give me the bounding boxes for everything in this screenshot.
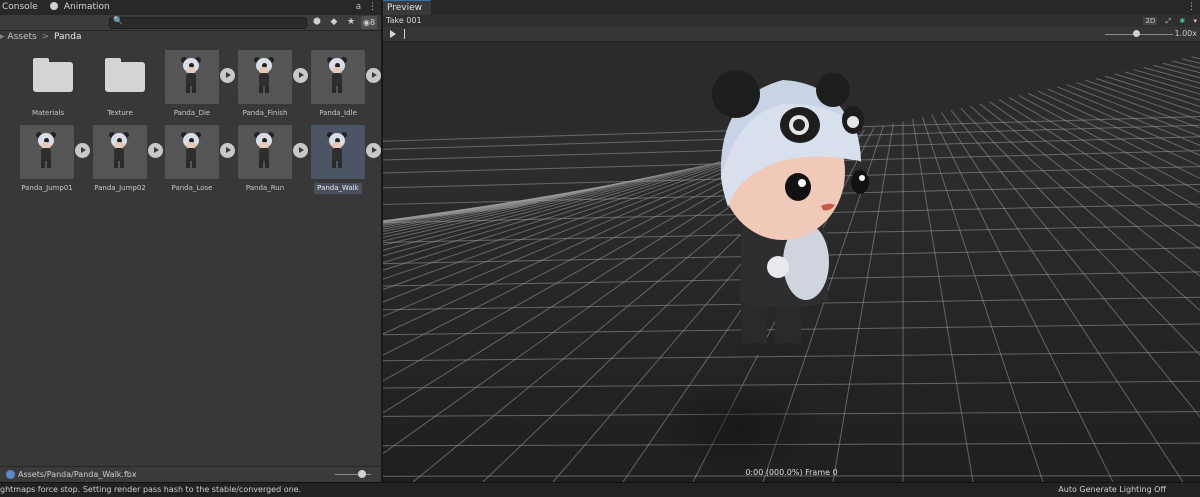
speed-value: 1.00x <box>1174 27 1197 41</box>
search-input[interactable]: 🔍 <box>109 17 307 29</box>
asset-label: Texture <box>85 108 155 119</box>
model-thumbnail <box>311 125 365 179</box>
project-toolbar: 🔍 ⬢ ◆ ★ ◉8 <box>0 15 381 31</box>
take-label: Take 001 <box>386 15 422 27</box>
crumb-expand-icon[interactable]: ▸ <box>0 32 5 42</box>
speed-slider-knob[interactable] <box>1133 30 1140 37</box>
grid-floor <box>383 42 1200 482</box>
tab-preview[interactable]: Preview <box>383 0 431 15</box>
panda-thumbnail-icon <box>181 58 201 94</box>
asset-label-selected: Panda_Walk <box>314 183 362 194</box>
panda-thumbnail-icon <box>36 133 56 169</box>
panda-thumbnail-icon <box>327 58 347 94</box>
preview-viewport[interactable]: 0:00 (000.0%) Frame 0 <box>383 42 1200 482</box>
asset-panda-jump02[interactable]: Panda_Jump02 <box>85 125 155 194</box>
model-thumbnail <box>20 125 74 179</box>
timeline-bar: 1.00x <box>383 27 1200 42</box>
breadcrumb-root[interactable]: Assets <box>7 32 36 42</box>
breadcrumb: ▸ Assets > Panda <box>0 31 81 44</box>
asset-label: Panda_Lose <box>157 183 227 194</box>
label-tag-icon[interactable]: ◆ <box>328 16 340 29</box>
avatar-icon[interactable]: ✱ <box>1179 17 1185 25</box>
preview-panel: Preview ⋮ Take 001 2D ⤢ ✱ ▾ 1.00x <box>383 0 1200 482</box>
tab-console-label: Console <box>2 2 38 12</box>
model-thumbnail <box>238 50 292 104</box>
model-thumbnail <box>165 125 219 179</box>
asset-panda-lose[interactable]: Panda_Lose <box>157 125 227 194</box>
create-icon[interactable]: ⬢ <box>311 16 323 29</box>
asset-label: Panda_Jump01 <box>12 183 82 194</box>
asset-panda-run[interactable]: Panda_Run <box>230 125 300 194</box>
model-thumbnail <box>311 50 365 104</box>
model-thumbnail <box>165 50 219 104</box>
panda-thumbnail-icon <box>327 133 347 169</box>
asset-panda-jump01[interactable]: Panda_Jump01 <box>12 125 82 194</box>
filter-count: 8 <box>370 18 375 27</box>
lock-icon[interactable]: a <box>356 2 362 12</box>
asset-label: Materials <box>13 108 83 119</box>
eye-filter-button[interactable]: ◉8 <box>361 16 377 29</box>
pivot-icon[interactable]: ⤢ <box>1166 17 1172 25</box>
favorite-star-icon[interactable]: ★ <box>345 16 357 29</box>
panda-thumbnail-icon <box>254 58 274 94</box>
asset-panda-walk[interactable]: Panda_Walk <box>303 125 373 194</box>
asset-panda-die[interactable]: Panda_Die <box>157 50 227 119</box>
search-icon: 🔍 <box>113 16 123 25</box>
panda-thumbnail-icon <box>181 133 201 169</box>
asset-label: Panda_Die <box>157 108 227 119</box>
play-preview-icon[interactable] <box>366 143 381 158</box>
mode-2d-toggle[interactable]: 2D <box>1143 17 1157 25</box>
menu-icon[interactable]: ⋮ <box>368 2 377 12</box>
selected-asset-path: Assets/Panda/Panda_Walk.fbx <box>18 467 137 482</box>
panda-thumbnail-icon <box>109 133 129 169</box>
menu-icon[interactable]: ⋮ <box>1187 0 1196 15</box>
timeline-scrubber[interactable] <box>404 29 405 39</box>
asset-label: Panda_Idle <box>303 108 373 119</box>
model-thumbnail <box>238 125 292 179</box>
tab-animation[interactable]: Animation <box>50 0 110 15</box>
model-thumbnail <box>93 125 147 179</box>
left-tab-bar: Console Animation a ⋮ <box>0 0 381 16</box>
preview-tools: 2D ⤢ ✱ ▾ <box>1137 15 1197 27</box>
project-footer: Assets/Panda/Panda_Walk.fbx <box>0 466 381 482</box>
eye-filter-icon: ◉ <box>363 18 370 27</box>
breadcrumb-separator: > <box>42 32 50 42</box>
panda-thumbnail-icon <box>254 133 274 169</box>
left-tab-tools: a ⋮ <box>352 0 377 15</box>
status-bar: ghtmaps force stop. Setting render pass … <box>0 482 1200 497</box>
asset-folder-materials[interactable]: Materials <box>13 50 83 119</box>
asset-file-icon <box>6 470 15 479</box>
status-message[interactable]: ghtmaps force stop. Setting render pass … <box>0 483 301 497</box>
preview-tab-bar: Preview ⋮ <box>383 0 1200 15</box>
take-bar: Take 001 2D ⤢ ✱ ▾ <box>383 15 1200 27</box>
lighting-status[interactable]: Auto Generate Lighting Off <box>1058 483 1166 497</box>
play-icon[interactable] <box>390 30 396 38</box>
tab-console[interactable]: Console <box>2 0 38 15</box>
breadcrumb-current[interactable]: Panda <box>54 32 81 42</box>
thumbnail-size-knob[interactable] <box>358 470 366 478</box>
asset-label: Panda_Run <box>230 183 300 194</box>
tab-animation-label: Animation <box>64 2 110 12</box>
asset-panda-idle[interactable]: Panda_Idle <box>303 50 373 119</box>
frame-readout: 0:00 (000.0%) Frame 0 <box>383 468 1200 477</box>
asset-label: Panda_Finish <box>230 108 300 119</box>
play-preview-icon[interactable] <box>366 68 381 83</box>
asset-panda-finish[interactable]: Panda_Finish <box>230 50 300 119</box>
animation-icon <box>50 2 58 10</box>
chevron-down-icon[interactable]: ▾ <box>1193 17 1197 25</box>
project-panel: Console Animation a ⋮ 🔍 ⬢ ◆ ★ ◉8 ▸ Asset… <box>0 0 381 482</box>
asset-folder-texture[interactable]: Texture <box>85 50 155 119</box>
asset-label: Panda_Jump02 <box>85 183 155 194</box>
folder-icon <box>93 50 147 104</box>
folder-icon <box>21 50 75 104</box>
